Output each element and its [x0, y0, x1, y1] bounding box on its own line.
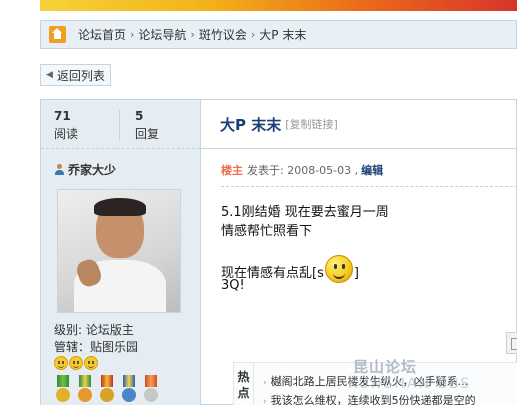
breadcrumb-forum[interactable]: 斑竹议会 — [199, 26, 247, 43]
views-stat: 71 阅读 — [54, 108, 78, 142]
rank-smiley-icon — [54, 356, 68, 370]
replies-count: 5 — [135, 109, 144, 123]
breadcrumb-nav[interactable]: 论坛导航 — [138, 26, 186, 43]
author-manage: 管辖：贴图乐园 — [54, 340, 139, 354]
post-meta: 楼主 发表于: 2008-05-03 , 编辑 — [221, 162, 383, 178]
medal-icon[interactable] — [142, 375, 160, 405]
watermark-sub: KUNSHAN BBS — [348, 376, 472, 392]
hot-label-bottom: 点 — [237, 386, 250, 400]
hot-topic-text: 我该怎么维权，连续收到5份快递都是空的 — [270, 394, 476, 405]
medal-icon[interactable] — [76, 375, 94, 405]
author-level: 级别: 论坛版主 — [54, 323, 134, 337]
breadcrumb-separator: › — [250, 28, 256, 41]
medal-icon[interactable] — [98, 375, 116, 405]
post-line: 3Q! — [221, 278, 245, 293]
hot-topics-label: 热 点 — [234, 363, 254, 405]
top-banner — [40, 0, 517, 11]
medal-icon[interactable] — [120, 375, 138, 405]
rank-smiley-icon — [84, 356, 98, 370]
rank-smiley-icon — [69, 356, 83, 370]
author-name[interactable]: 乔家大少 — [68, 161, 116, 178]
views-label: 阅读 — [54, 127, 79, 141]
author-rank-icons — [54, 356, 99, 374]
floor-label: 楼主 — [221, 164, 243, 177]
smiley-emoji-icon — [324, 255, 353, 283]
post-title-bar: 大P 末末 [复制链接] — [201, 100, 517, 149]
copy-link-button[interactable]: [复制链接] — [285, 116, 338, 132]
post-line: 5.1刚结婚 现在要去蜜月一周 — [221, 205, 389, 220]
breadcrumb-separator: › — [130, 28, 135, 41]
side-tool-button[interactable] — [506, 332, 517, 354]
thread-stats: 71 阅读 5 回复 — [41, 100, 200, 149]
post-title: 大P 末末 — [220, 115, 282, 134]
stats-divider — [119, 110, 120, 140]
arrow-right-icon: › — [263, 378, 267, 388]
breadcrumb-home[interactable]: 论坛首页 — [78, 26, 126, 43]
hot-label-top: 热 — [237, 370, 250, 384]
post-line: 情感帮忙照看下 — [221, 224, 313, 239]
views-count: 71 — [54, 109, 71, 123]
home-icon[interactable] — [49, 26, 66, 43]
hot-topic-item[interactable]: › 我该怎么维权，连续收到5份快递都是空的 — [263, 392, 476, 405]
author-row: 乔家大少 — [54, 161, 116, 178]
breadcrumb: 论坛首页 › 论坛导航 › 斑竹议会 › 大P 末末 — [40, 20, 517, 49]
medal-list — [54, 375, 160, 405]
breadcrumb-thread[interactable]: 大P 末末 — [259, 26, 306, 43]
post-line: ] — [353, 266, 359, 281]
watermark: 昆山论坛 — [353, 358, 418, 376]
author-sidebar: 71 阅读 5 回复 乔家大少 级别: 论坛版主 管辖：贴图乐园 — [41, 100, 201, 405]
avatar[interactable] — [57, 189, 181, 313]
post-date: 发表于: 2008-05-03 , — [247, 164, 359, 177]
chevron-left-icon: ◀ — [46, 70, 53, 80]
medal-icon[interactable] — [54, 375, 72, 405]
post-table: 71 阅读 5 回复 乔家大少 级别: 论坛版主 管辖：贴图乐园 大P 末末 [… — [40, 99, 517, 405]
back-to-list-button[interactable]: ◀ 返回列表 — [40, 64, 111, 86]
replies-label: 回复 — [135, 127, 160, 141]
breadcrumb-separator: › — [190, 28, 195, 41]
replies-stat: 5 回复 — [135, 108, 159, 142]
arrow-right-icon: › — [263, 397, 267, 405]
back-to-list-label: 返回列表 — [56, 68, 105, 83]
meta-divider — [221, 186, 517, 187]
edit-link[interactable]: 编辑 — [361, 162, 383, 178]
user-icon — [54, 163, 65, 176]
